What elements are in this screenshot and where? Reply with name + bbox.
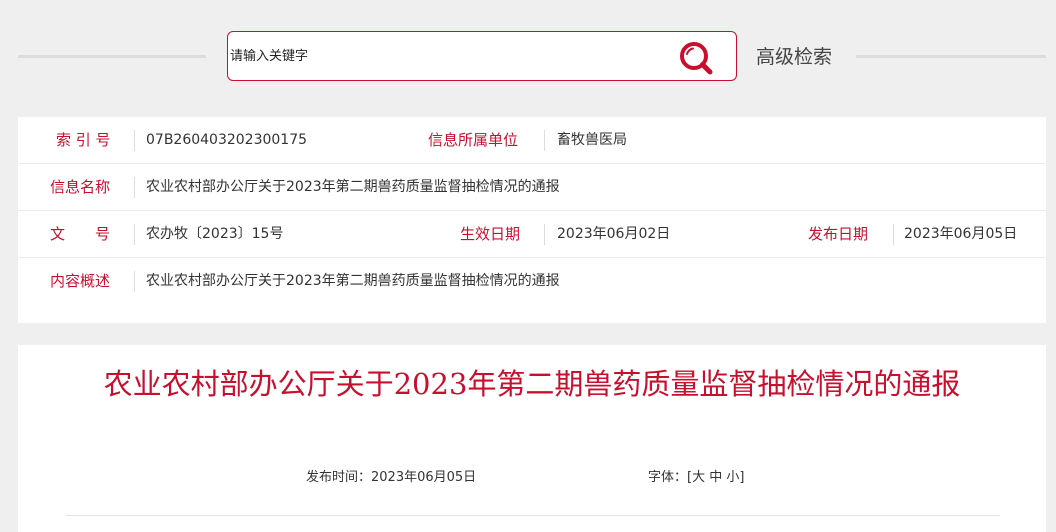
font-size-large[interactable]: 大 [692,470,705,485]
publish-time: 发布时间：2023年06月05日 [306,469,476,487]
font-size-control: 字体：[大 中 小] [648,469,745,487]
doc-number-value: 农办牧〔2023〕15号 [146,226,284,242]
index-number-value: 07B260403202300175 [146,132,308,148]
separator [134,224,135,245]
index-number-label: 索 引 号 [56,131,111,149]
font-bracket-close: ] [739,470,745,485]
decorative-line-left [18,55,206,58]
search-icon [680,42,713,75]
summary-label: 内容概述 [50,272,111,290]
search-bar: 高级检索 [0,0,1056,112]
separator [893,224,894,245]
meta-row-name: 信息名称 农业农村部办公厅关于2023年第二期兽药质量监督抽检情况的通报 [18,164,1046,211]
decorative-line-right [856,55,1046,58]
info-name-value: 农业农村部办公厅关于2023年第二期兽药质量监督抽检情况的通报 [146,179,560,195]
doc-number-label: 文 号 [50,225,111,243]
publish-time-value: 2023年06月05日 [371,470,477,485]
summary-value: 农业农村部办公厅关于2023年第二期兽药质量监督抽检情况的通报 [146,273,560,289]
font-size-medium[interactable]: 中 [709,470,722,485]
unit-value: 畜牧兽医局 [557,132,627,148]
search-input[interactable] [228,32,668,80]
article-title: 农业农村部办公厅关于2023年第二期兽药质量监督抽检情况的通报 [103,367,961,401]
unit-label: 信息所属单位 [428,131,519,149]
article-panel: 农业农村部办公厅关于2023年第二期兽药质量监督抽检情况的通报 发布时间：202… [18,345,1046,532]
separator [544,224,545,245]
effective-date-value: 2023年06月02日 [557,226,671,242]
publish-date-value: 2023年06月05日 [904,226,1018,242]
divider [66,515,1000,516]
publish-time-label: 发布时间： [306,470,372,485]
separator [544,130,545,151]
separator [134,177,135,198]
separator [134,271,135,292]
search-box [227,31,737,81]
effective-date-label: 生效日期 [460,225,521,243]
meta-row-index: 索 引 号 07B260403202300175 信息所属单位 畜牧兽医局 [18,117,1046,164]
metadata-panel: 索 引 号 07B260403202300175 信息所属单位 畜牧兽医局 信息… [18,117,1046,323]
meta-row-summary: 内容概述 农业农村部办公厅关于2023年第二期兽药质量监督抽检情况的通报 [18,258,1046,305]
font-size-small[interactable]: 小 [726,470,739,485]
search-button[interactable] [674,37,718,77]
meta-row-docno: 文 号 农办牧〔2023〕15号 生效日期 2023年06月02日 发布日期 2… [18,211,1046,258]
info-name-label: 信息名称 [50,178,111,196]
advanced-search-link[interactable]: 高级检索 [756,44,832,70]
publish-date-label: 发布日期 [808,225,869,243]
separator [134,130,135,151]
font-size-label: 字体： [648,470,688,485]
